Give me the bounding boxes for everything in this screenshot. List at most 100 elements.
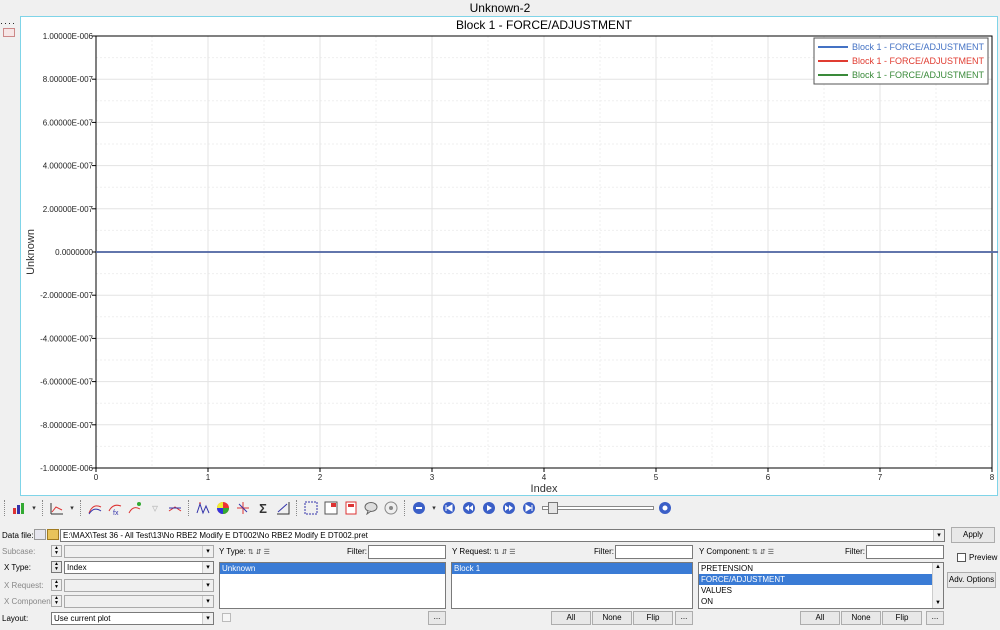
chevron-down-icon[interactable]: ▾ <box>202 562 213 573</box>
list-item[interactable]: PRETENSION <box>699 563 943 574</box>
y-request-list[interactable]: Block 1 <box>451 562 693 609</box>
chevron-down-icon[interactable]: ▾ <box>202 613 213 624</box>
chevron-down-icon[interactable]: ▾ <box>202 596 213 607</box>
peak-icon[interactable] <box>194 499 212 517</box>
build-plots-icon[interactable] <box>10 499 28 517</box>
y-request-more-button[interactable]: ... <box>675 611 693 625</box>
y-component-filter-input[interactable] <box>866 545 944 559</box>
chevron-down-icon[interactable]: ▾ <box>202 546 213 557</box>
list-icon: ☰ <box>263 549 270 556</box>
chevron-down-icon[interactable]: ▾ <box>933 530 944 541</box>
y-component-list[interactable]: PRETENSION FORCE/ADJUSTMENT VALUES ON ▲ … <box>698 562 944 609</box>
scroll-up-icon[interactable]: ▲ <box>933 563 943 572</box>
frame-slider[interactable] <box>542 501 654 515</box>
y-type-filter-label: Filter: <box>347 547 367 556</box>
legend-entry[interactable]: Block 1 - FORCE/ADJUSTMENT <box>852 70 985 80</box>
sigma-icon[interactable]: Σ <box>254 499 272 517</box>
y-tick-label: 6.00000E-007 <box>43 118 94 127</box>
x-tick-label: 3 <box>430 473 435 482</box>
x-component-select[interactable]: ▾ <box>64 595 214 608</box>
layout-checkbox[interactable] <box>222 613 231 622</box>
x-axis-ticks: 0 1 2 3 4 5 6 7 8 <box>94 468 995 482</box>
preview-checkbox[interactable] <box>957 553 966 562</box>
open-folder-icon[interactable] <box>47 529 59 540</box>
data-file-history-icon[interactable] <box>34 529 46 540</box>
subcase-spinner[interactable]: ▲ ▼ <box>51 545 62 557</box>
y-type-more-button[interactable]: ... <box>428 611 446 625</box>
legend-entry[interactable]: Block 1 - FORCE/ADJUSTMENT <box>852 42 985 52</box>
x-tick-label: 6 <box>766 473 771 482</box>
list-icon: ☰ <box>509 549 516 556</box>
chevron-down-icon[interactable]: ▾ <box>68 499 76 517</box>
y-request-filter-input[interactable] <box>615 545 693 559</box>
chevron-down-icon[interactable]: ▾ <box>202 580 213 591</box>
edit-curve-icon[interactable] <box>126 499 144 517</box>
subcase-select[interactable]: ▾ <box>64 545 214 558</box>
list-item[interactable]: FORCE/ADJUSTMENT <box>699 574 943 585</box>
chevron-down-icon[interactable]: ▾ <box>430 499 438 517</box>
y-component-all-button[interactable]: All <box>800 611 840 625</box>
x-type-select[interactable]: Index ▾ <box>64 561 214 574</box>
list-scrollbar[interactable]: ▲ ▼ <box>932 563 943 608</box>
y-tick-label: 1.00000E-006 <box>43 32 94 41</box>
color-wheel-icon[interactable] <box>214 499 232 517</box>
add-curve-icon[interactable] <box>86 499 104 517</box>
dotted-handle-icon[interactable]: ···· <box>0 18 18 28</box>
window-icon[interactable] <box>3 28 15 37</box>
x-type-label: X Type: <box>4 563 31 572</box>
y-request-none-button[interactable]: None <box>592 611 632 625</box>
window-layout-icon[interactable] <box>302 499 320 517</box>
list-item[interactable]: VALUES <box>699 585 943 596</box>
x-request-spinner[interactable]: ▲ ▼ <box>51 579 62 591</box>
options-icon[interactable] <box>382 499 400 517</box>
y-component-more-button[interactable]: ... <box>926 611 944 625</box>
next-frame-icon[interactable] <box>500 499 518 517</box>
x-component-spinner[interactable]: ▲ ▼ <box>51 595 62 607</box>
axis-icon[interactable] <box>234 499 252 517</box>
x-request-select[interactable]: ▾ <box>64 579 214 592</box>
layout-label: Layout: <box>2 614 29 623</box>
y-component-none-button[interactable]: None <box>841 611 881 625</box>
settings-icon[interactable] <box>656 499 674 517</box>
x-type-spinner[interactable]: ▲ ▼ <box>51 561 62 573</box>
scroll-down-icon[interactable]: ▼ <box>933 599 943 608</box>
filter-icon[interactable]: ▿ <box>146 499 164 517</box>
math-curve-icon[interactable]: fx <box>106 499 124 517</box>
y-request-filter-label: Filter: <box>594 547 614 556</box>
delete-curve-icon[interactable] <box>166 499 184 517</box>
page-layout-icon[interactable] <box>322 499 340 517</box>
chevron-down-icon[interactable]: ▾ <box>30 499 38 517</box>
note-icon[interactable] <box>362 499 380 517</box>
report-icon[interactable] <box>342 499 360 517</box>
y-type-list[interactable]: Unknown <box>219 562 446 609</box>
line-chart[interactable]: Block 1 - FORCE/ADJUSTMENT 1.00000E-006 8… <box>20 16 998 496</box>
play-icon[interactable] <box>480 499 498 517</box>
list-item[interactable]: ON <box>699 596 943 607</box>
y-type-filter-input[interactable] <box>368 545 446 559</box>
animation-icon[interactable] <box>410 499 428 517</box>
y-tick-label: 2.00000E-007 <box>43 205 94 214</box>
y-component-flip-button[interactable]: Flip <box>882 611 922 625</box>
legend[interactable]: Block 1 - FORCE/ADJUSTMENT Block 1 - FORC… <box>813 37 989 85</box>
legend-entry[interactable]: Block 1 - FORCE/ADJUSTMENT <box>852 56 985 66</box>
apply-button[interactable]: Apply <box>951 527 995 543</box>
toolbar-separator <box>80 500 82 516</box>
window-title: Unknown-2 <box>0 0 1000 16</box>
adv-options-button[interactable]: Adv. Options <box>947 572 996 588</box>
data-file-path-field[interactable]: E:\MAX\Test 36 - All Test\13\No RBE2 Mod… <box>60 529 945 542</box>
layout-select[interactable]: Use current plot ▾ <box>51 612 214 625</box>
y-request-flip-button[interactable]: Flip <box>633 611 673 625</box>
curve-type-icon[interactable] <box>48 499 66 517</box>
sort-desc-icon: ⇵ <box>759 549 766 556</box>
slider-thumb[interactable] <box>548 502 558 514</box>
measure-icon[interactable] <box>274 499 292 517</box>
x-request-label: X Request: <box>4 581 44 590</box>
window-title-text: Unknown-2 <box>469 1 531 15</box>
prev-frame-icon[interactable] <box>460 499 478 517</box>
list-item[interactable]: Block 1 <box>452 563 692 574</box>
y-request-all-button[interactable]: All <box>551 611 591 625</box>
last-frame-icon[interactable] <box>520 499 538 517</box>
first-frame-icon[interactable] <box>440 499 458 517</box>
list-item[interactable]: Unknown <box>220 563 445 574</box>
subcase-label: Subcase: <box>2 547 36 556</box>
